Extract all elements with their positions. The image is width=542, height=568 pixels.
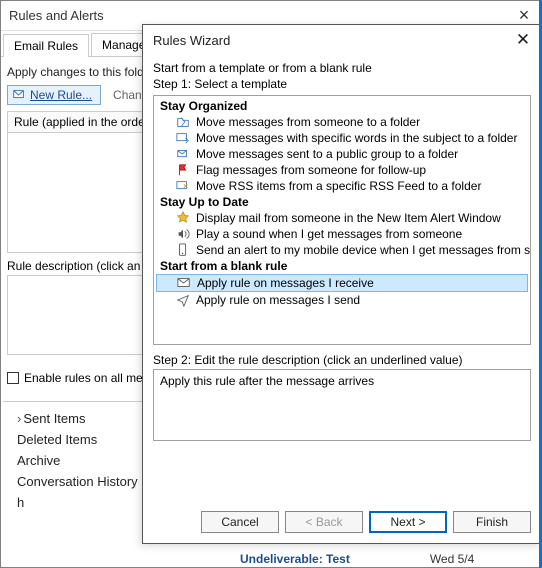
new-rule-label: New Rule... — [30, 88, 92, 102]
rules-dialog-title: Rules and Alerts — [9, 8, 104, 23]
wizard-button-row: Cancel < Back Next > Finish — [143, 501, 541, 543]
template-group-stay-uptodate: Stay Up to Date — [154, 194, 530, 210]
template-item[interactable]: Move messages sent to a public group to … — [154, 146, 530, 162]
envelope-icon — [177, 276, 191, 290]
folder-label: Sent Items — [23, 411, 85, 426]
template-item[interactable]: Apply rule on messages I send — [154, 292, 530, 308]
alert-star-icon — [176, 211, 190, 225]
wizard-title: Rules Wizard — [153, 33, 230, 48]
send-icon — [176, 293, 190, 307]
template-item[interactable]: Play a sound when I get messages from so… — [154, 226, 530, 242]
finish-button[interactable]: Finish — [453, 511, 531, 533]
new-rule-icon — [12, 88, 26, 102]
move-folder-icon — [176, 115, 190, 129]
template-label: Display mail from someone in the New Ite… — [196, 211, 501, 225]
template-item[interactable]: Send an alert to my mobile device when I… — [154, 242, 530, 258]
template-item[interactable]: Move messages from someone to a folder — [154, 114, 530, 130]
chevron-right-icon: › — [17, 411, 21, 426]
rules-wizard-dialog: Rules Wizard ✕ Start from a template or … — [142, 24, 542, 544]
tab-email-rules[interactable]: Email Rules — [3, 34, 89, 57]
wizard-instruction: Start from a template or from a blank ru… — [153, 61, 531, 75]
template-group-blank-rule: Start from a blank rule — [154, 258, 530, 274]
next-button[interactable]: Next > — [369, 511, 447, 533]
flag-icon — [176, 163, 190, 177]
wizard-step2-label: Step 2: Edit the rule description (click… — [153, 353, 531, 367]
template-label: Apply rule on messages I send — [196, 293, 360, 307]
enable-rules-label: Enable rules on all messa — [24, 371, 161, 385]
close-icon[interactable]: ✕ — [513, 30, 533, 50]
sound-icon — [176, 227, 190, 241]
template-label: Move messages from someone to a folder — [196, 115, 420, 129]
template-label: Apply rule on messages I receive — [197, 276, 374, 290]
template-list[interactable]: Stay Organized Move messages from someon… — [153, 95, 531, 345]
move-subject-icon — [176, 131, 190, 145]
mail-date: Wed 5/4 — [430, 552, 474, 566]
folder-label: Deleted Items — [17, 432, 97, 447]
template-label: Move RSS items from a specific RSS Feed … — [196, 179, 481, 193]
new-rule-button[interactable]: New Rule... — [7, 85, 101, 105]
template-label: Play a sound when I get messages from so… — [196, 227, 462, 241]
folder-label: Conversation History — [17, 474, 138, 489]
template-item[interactable]: Flag messages from someone for follow-up — [154, 162, 530, 178]
enable-rules-checkbox[interactable] — [7, 372, 19, 384]
template-item[interactable]: Move messages with specific words in the… — [154, 130, 530, 146]
template-label: Flag messages from someone for follow-up — [196, 163, 426, 177]
mobile-icon — [176, 243, 190, 257]
cancel-button[interactable]: Cancel — [201, 511, 279, 533]
wizard-body: Start from a template or from a blank ru… — [143, 55, 541, 501]
template-label: Send an alert to my mobile device when I… — [196, 243, 530, 257]
rss-icon — [176, 179, 190, 193]
move-group-icon — [176, 147, 190, 161]
folder-label: Archive — [17, 453, 60, 468]
template-item[interactable]: Move RSS items from a specific RSS Feed … — [154, 178, 530, 194]
template-label: Move messages with specific words in the… — [196, 131, 517, 145]
template-label: Move messages sent to a public group to … — [196, 147, 458, 161]
wizard-description-text: Apply this rule after the message arrive… — [160, 374, 374, 388]
folder-label: h — [17, 495, 24, 510]
wizard-description-box[interactable]: Apply this rule after the message arrive… — [153, 369, 531, 441]
template-group-stay-organized: Stay Organized — [154, 98, 530, 114]
template-item[interactable]: Display mail from someone in the New Ite… — [154, 210, 530, 226]
back-button: < Back — [285, 511, 363, 533]
template-item-selected[interactable]: Apply rule on messages I receive — [156, 274, 528, 292]
wizard-title-bar: Rules Wizard ✕ — [143, 25, 541, 55]
mail-preview-row[interactable]: Undeliverable: Test Wed 5/4 — [240, 552, 540, 566]
close-icon[interactable]: × — [513, 5, 535, 26]
wizard-step1-label: Step 1: Select a template — [153, 77, 531, 91]
mail-subject: Undeliverable: Test — [240, 552, 350, 566]
